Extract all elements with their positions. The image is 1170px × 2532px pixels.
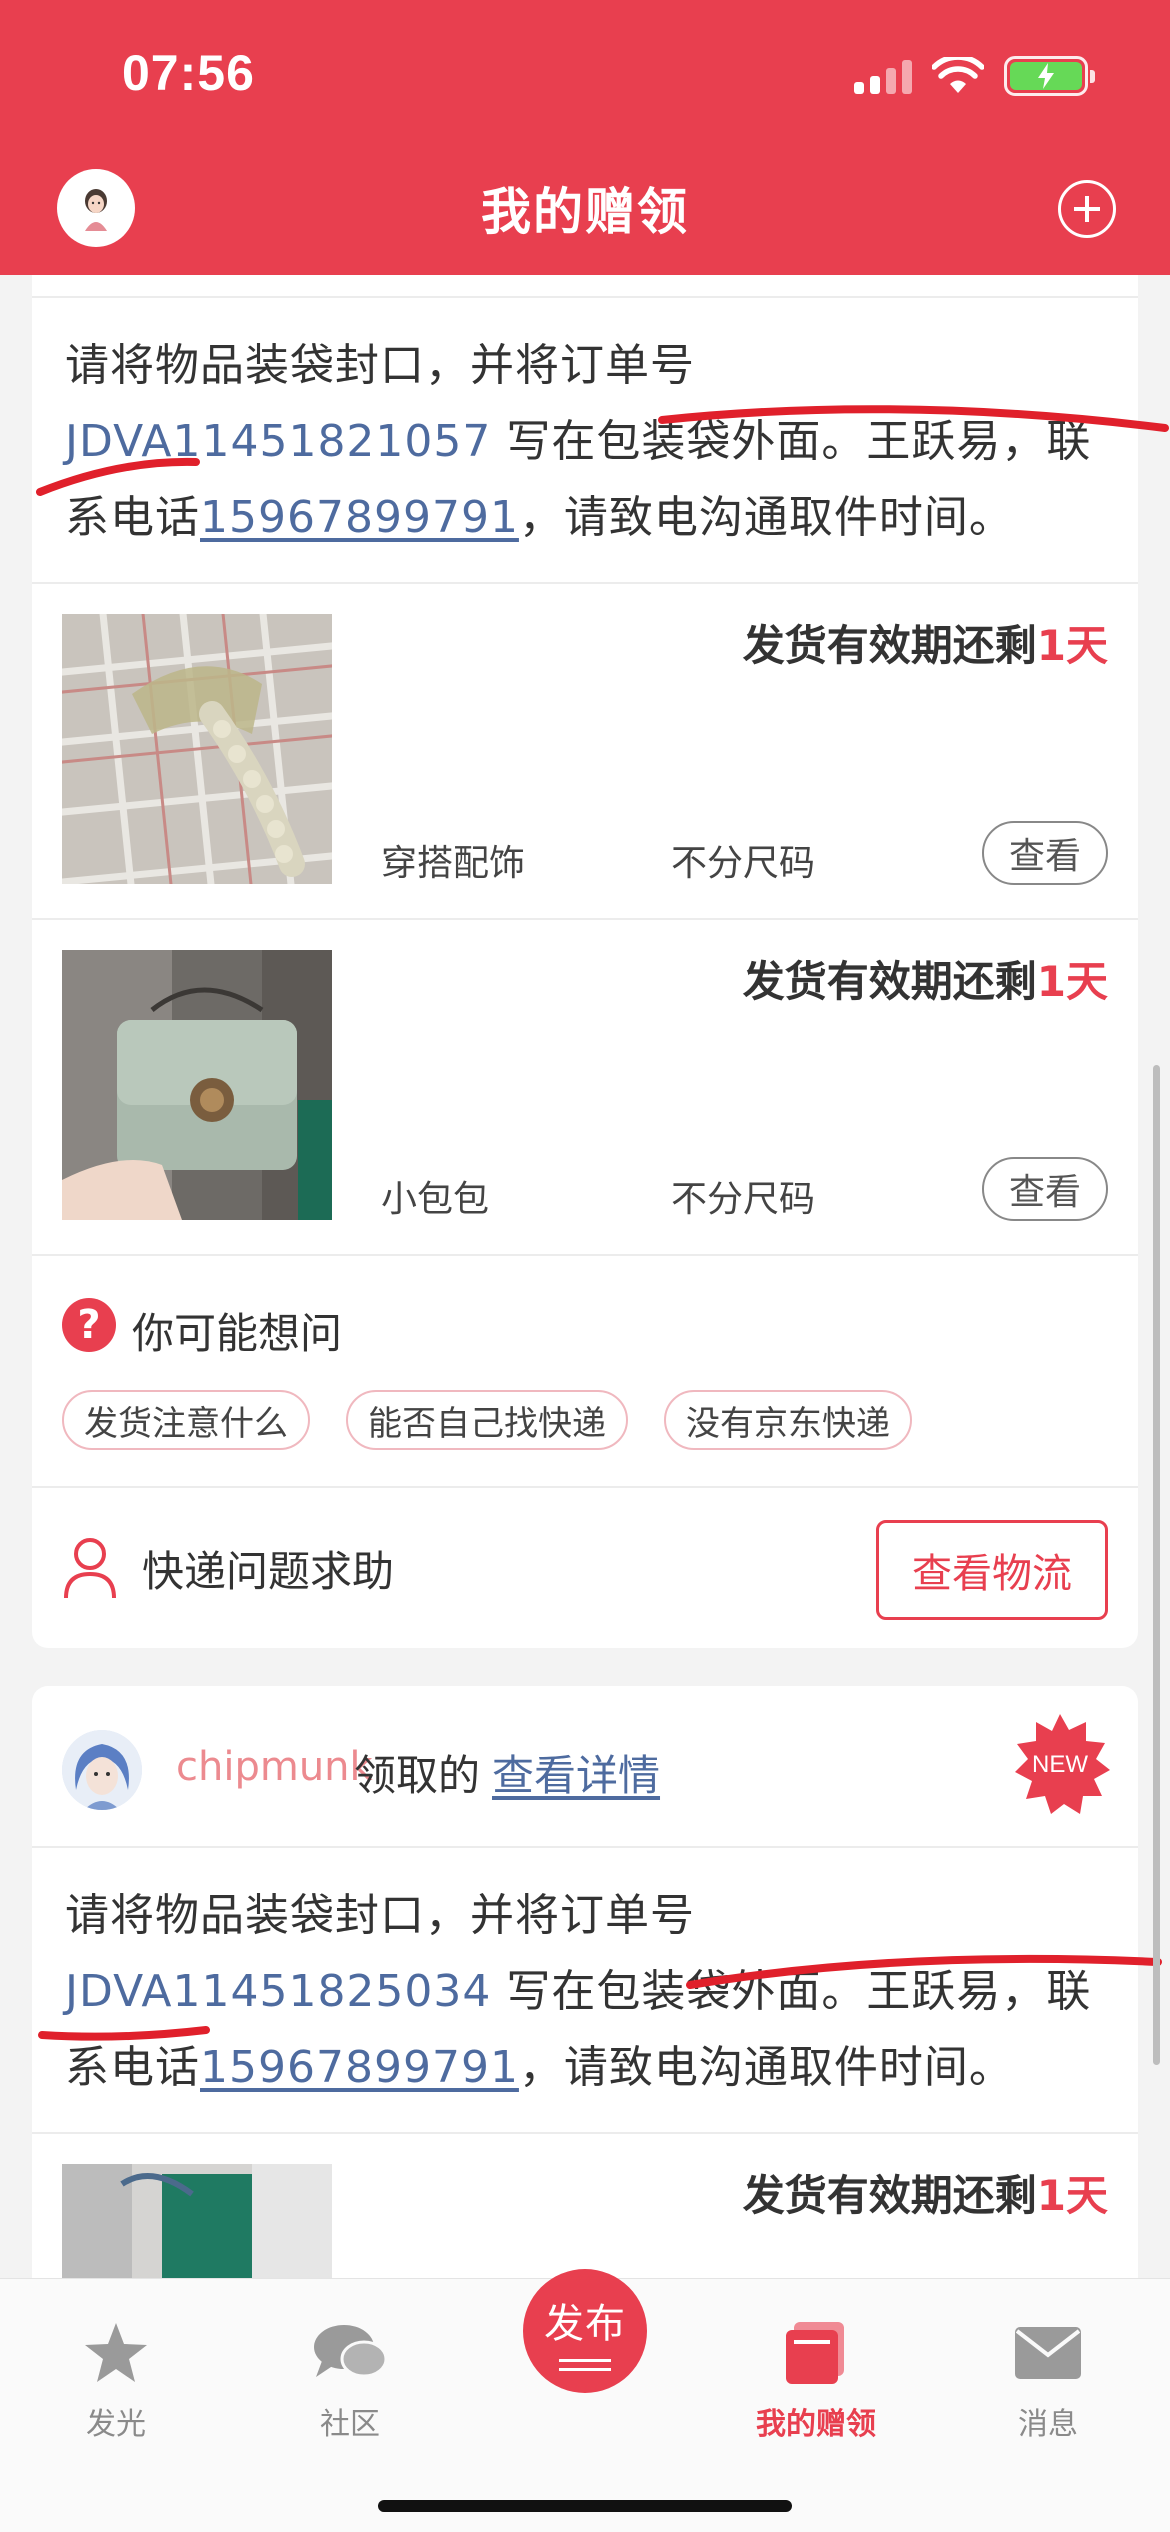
wifi-icon — [932, 57, 984, 93]
faq-tag[interactable]: 没有京东快递 — [664, 1390, 912, 1450]
item-row[interactable]: 发货有效期还剩1天 穿搭配饰 不分尺码 查看 — [32, 584, 1138, 918]
item-row[interactable]: 发货有效期还剩1天 小包包 不分尺码 查看 — [32, 920, 1138, 1254]
bag-photo[interactable] — [62, 950, 332, 1220]
divider — [32, 1846, 1138, 1848]
divider — [32, 296, 1138, 298]
tab-label: 我的赠领 — [756, 2407, 876, 2442]
faq-title: 你可能想问 — [132, 1309, 343, 1358]
star-icon — [85, 2323, 147, 2382]
claimer-username[interactable]: chipmunk — [176, 1744, 373, 1790]
claimer-row: chipmunk 领取的 查看详情 NEW — [32, 1686, 1138, 1846]
deadline-days: 1天 — [1036, 2171, 1108, 2220]
order-number: JDVA11451821057 — [65, 416, 492, 467]
add-icon[interactable] — [1058, 180, 1116, 238]
faq-tag[interactable]: 发货注意什么 — [62, 1390, 310, 1450]
publish-label: 发布 — [544, 2301, 626, 2347]
new-badge-text: NEW — [1032, 1751, 1088, 1778]
faq-section: ? 你可能想问 发货注意什么 能否自己找快递 没有京东快递 — [32, 1256, 1138, 1486]
publish-button[interactable]: 发布 — [523, 2269, 647, 2393]
courier-help-label[interactable]: 快递问题求助 — [142, 1538, 394, 1599]
tab-shine[interactable]: 发光 — [16, 2313, 216, 2443]
top-header: 07:56 我的赠领 — [0, 0, 1170, 275]
status-time: 07:56 — [122, 45, 255, 101]
battery-charging-icon — [1004, 56, 1095, 96]
notice-text: ，请致电沟通取件时间。 — [518, 492, 1014, 543]
new-badge-icon: NEW — [1015, 1714, 1110, 1814]
claim-card-1: 请将物品装袋封口，并将订单号 JDVA11451821057 写在包装袋外面。王… — [32, 230, 1138, 1648]
view-details-link[interactable]: 查看详情 — [492, 1742, 660, 1803]
packing-notice: 请将物品装袋封口，并将订单号 JDVA11451825034 写在包装袋外面。王… — [65, 1878, 1108, 2106]
status-icons — [854, 56, 1095, 96]
chat-bubbles-icon — [314, 2325, 388, 2378]
item-category: 小包包 — [381, 1179, 490, 1220]
packing-notice: 请将物品装袋封口，并将订单号 JDVA11451821057 写在包装袋外面。王… — [65, 328, 1108, 556]
user-avatar[interactable] — [62, 1730, 142, 1810]
phone-link[interactable]: 15967899791 — [200, 492, 519, 543]
home-indicator[interactable] — [378, 2500, 792, 2512]
hair-clip-photo[interactable] — [62, 614, 332, 884]
item-size: 不分尺码 — [671, 1179, 816, 1220]
view-item-button[interactable]: 查看 — [982, 1157, 1108, 1221]
view-logistics-button[interactable]: 查看物流 — [876, 1520, 1108, 1620]
publish-lines-icon — [559, 2353, 611, 2371]
order-number: JDVA11451825034 — [65, 1966, 492, 2017]
tab-my-gifts[interactable]: 我的赠领 — [716, 2313, 916, 2443]
deadline-label: 发货有效期还剩 — [742, 2171, 1037, 2220]
tab-messages[interactable]: 消息 — [948, 2313, 1148, 2443]
tab-label: 社区 — [320, 2407, 380, 2442]
view-item-button[interactable]: 查看 — [982, 821, 1108, 885]
deadline-days: 1天 — [1036, 621, 1108, 670]
shipping-deadline: 发货有效期还剩1天 — [743, 948, 1108, 1009]
item-size: 不分尺码 — [671, 843, 816, 884]
tab-community[interactable]: 社区 — [250, 2313, 450, 2443]
clothes-photo[interactable] — [62, 2164, 332, 2286]
deadline-days: 1天 — [1036, 957, 1108, 1006]
item-row[interactable]: 发货有效期还剩1天 — [32, 2134, 1138, 2286]
claimed-label: 领取的 — [354, 1751, 481, 1800]
notice-text: ，请致电沟通取件时间。 — [518, 2042, 1014, 2093]
notice-text: 请将物品装袋封口，并将订单号 — [65, 340, 695, 391]
page-title: 我的赠领 — [481, 183, 689, 241]
tab-label: 消息 — [1018, 2407, 1078, 2442]
person-icon[interactable] — [62, 1536, 118, 1600]
deadline-label: 发货有效期还剩 — [742, 621, 1037, 670]
deadline-label: 发货有效期还剩 — [742, 957, 1037, 1006]
phone-link[interactable]: 15967899791 — [200, 2042, 519, 2093]
tab-label: 发光 — [86, 2407, 146, 2442]
shipping-deadline: 发货有效期还剩1天 — [743, 2162, 1108, 2223]
courier-help-row: 快递问题求助 查看物流 — [32, 1488, 1138, 1648]
scrollbar[interactable] — [1153, 1065, 1160, 2065]
question-icon: ? — [62, 1298, 116, 1352]
bottom-tab-bar: 发光 社区 发布 我的赠领 消息 — [0, 2269, 1170, 2532]
envelope-icon — [1015, 2327, 1081, 2379]
claim-card-2: chipmunk 领取的 查看详情 NEW 请将物品装袋封口，并将订单号 JDV… — [32, 1686, 1138, 2286]
faq-tags: 发货注意什么 能否自己找快递 没有京东快递 — [62, 1390, 912, 1450]
cellular-signal-icon — [854, 58, 912, 94]
faq-tag[interactable]: 能否自己找快递 — [346, 1390, 628, 1450]
gift-cards-icon — [786, 2322, 844, 2384]
notice-text: 请将物品装袋封口，并将订单号 — [65, 1890, 695, 1941]
item-category: 穿搭配饰 — [381, 843, 526, 884]
shipping-deadline: 发货有效期还剩1天 — [743, 612, 1108, 673]
